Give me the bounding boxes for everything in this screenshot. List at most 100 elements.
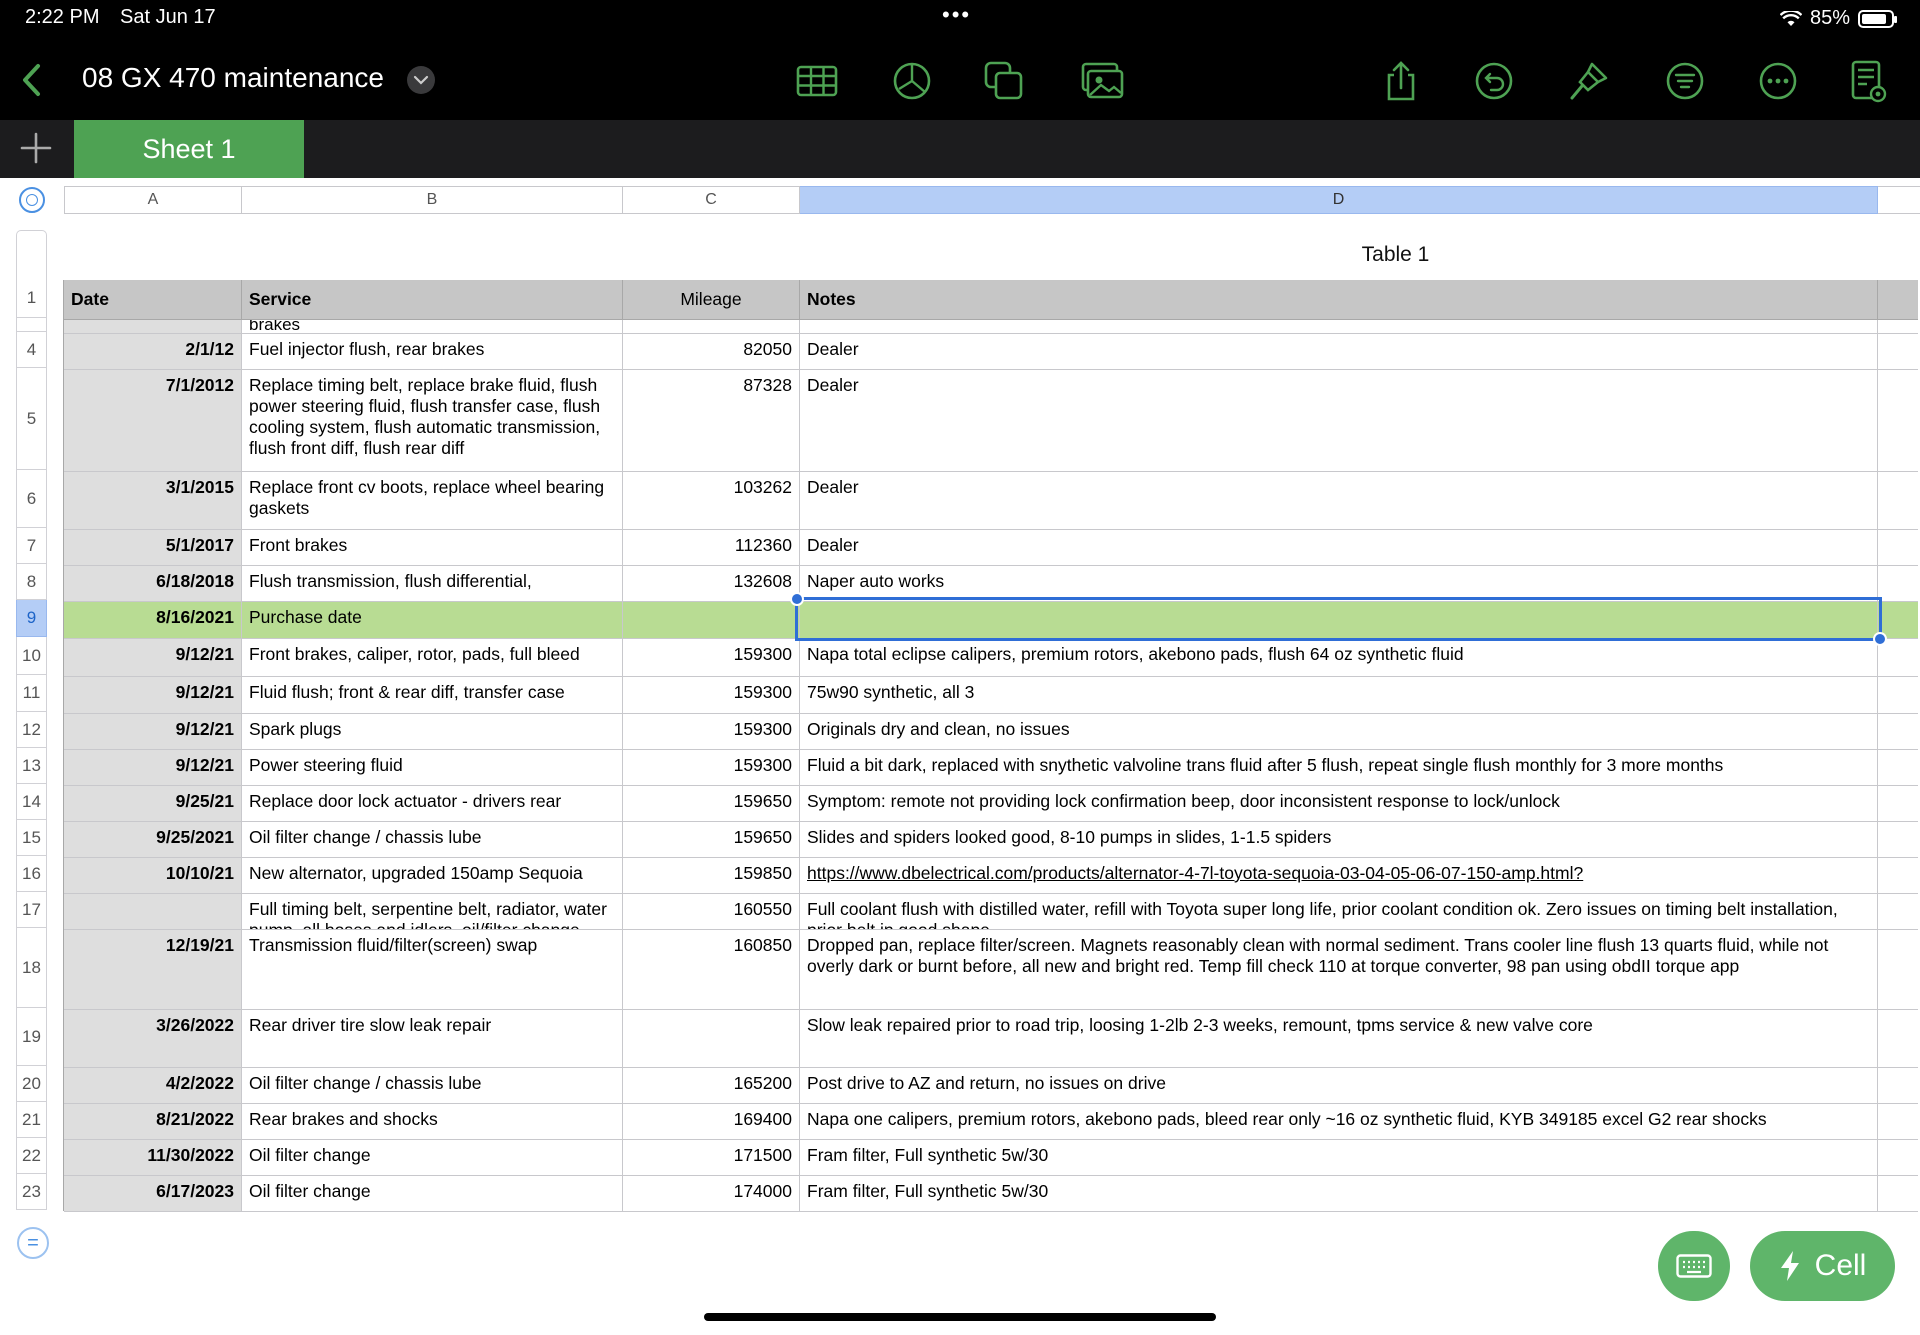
service-cell[interactable]: Oil filter change / chassis lube	[242, 822, 623, 858]
header-cell-empty[interactable]	[1878, 280, 1918, 320]
add-sheet-icon[interactable]	[18, 130, 54, 166]
row-header-8[interactable]: 8	[16, 564, 47, 600]
mileage-cell[interactable]: 160550	[623, 894, 800, 930]
date-cell[interactable]: 9/12/21	[64, 714, 242, 750]
empty-cell[interactable]	[1878, 1140, 1918, 1176]
notes-cell[interactable]: Fluid a bit dark, replaced with snytheti…	[800, 750, 1878, 786]
reader-view-button[interactable]	[1845, 58, 1891, 104]
mileage-cell[interactable]: 159850	[623, 858, 800, 894]
row-header-5[interactable]: 5	[16, 368, 47, 470]
notes-cell[interactable]: Full coolant flush with distilled water,…	[800, 894, 1878, 930]
column-header-c[interactable]: C	[623, 186, 800, 214]
empty-cell[interactable]	[1878, 1068, 1918, 1104]
service-cell[interactable]: Replace timing belt, replace brake fluid…	[242, 370, 623, 472]
mileage-cell[interactable]: 159300	[623, 677, 800, 714]
row-header-15[interactable]: 15	[16, 820, 47, 856]
row-header-18[interactable]: 18	[16, 928, 47, 1008]
row-header-17[interactable]: 17	[16, 892, 47, 928]
mileage-cell[interactable]	[623, 1010, 800, 1068]
empty-cell[interactable]	[1878, 530, 1918, 566]
service-cell[interactable]: Front brakes	[242, 530, 623, 566]
date-cell[interactable]: 10/10/21	[64, 858, 242, 894]
column-header-d[interactable]: D	[800, 186, 1878, 214]
empty-cell[interactable]	[1878, 714, 1918, 750]
service-cell[interactable]: Replace door lock actuator - drivers rea…	[242, 786, 623, 822]
column-header-a[interactable]: A	[64, 186, 242, 214]
service-cell[interactable]: New alternator, upgraded 150amp Sequoia	[242, 858, 623, 894]
notes-cell[interactable]: Napa one calipers, premium rotors, akebo…	[800, 1104, 1878, 1140]
mileage-cell[interactable]: 160850	[623, 930, 800, 1010]
empty-cell[interactable]	[1878, 639, 1918, 677]
row-header-21[interactable]: 21	[16, 1102, 47, 1138]
home-indicator[interactable]	[704, 1313, 1216, 1321]
empty-cell[interactable]	[1878, 750, 1918, 786]
mileage-cell[interactable]: 171500	[623, 1140, 800, 1176]
tab-sheet-1[interactable]: Sheet 1	[74, 120, 304, 178]
empty-cell[interactable]	[1878, 786, 1918, 822]
multitasking-dots[interactable]: •••	[942, 2, 971, 28]
header-cell-mileage[interactable]: Mileage	[623, 280, 800, 320]
keyboard-button[interactable]	[1658, 1231, 1730, 1301]
table-cell[interactable]: brakes	[242, 320, 623, 334]
date-cell[interactable]: 11/30/2022	[64, 1140, 242, 1176]
service-cell[interactable]: Oil filter change	[242, 1176, 623, 1212]
empty-cell[interactable]	[1878, 1104, 1918, 1140]
date-cell[interactable]: 12/19/21	[64, 930, 242, 1010]
service-cell[interactable]: Purchase date	[242, 602, 623, 639]
mileage-cell[interactable]: 159300	[623, 714, 800, 750]
mileage-cell[interactable]: 82050	[623, 334, 800, 370]
mileage-cell[interactable]: 169400	[623, 1104, 800, 1140]
row-header-10[interactable]: 10	[16, 637, 47, 675]
empty-cell[interactable]	[1878, 858, 1918, 894]
date-cell[interactable]: 7/1/2012	[64, 370, 242, 472]
date-cell[interactable]: 6/18/2018	[64, 566, 242, 602]
empty-cell[interactable]	[1878, 822, 1918, 858]
add-row-button[interactable]: =	[17, 1227, 49, 1259]
undo-button[interactable]	[1471, 58, 1517, 104]
mileage-cell[interactable]: 159650	[623, 786, 800, 822]
notes-cell[interactable]: Post drive to AZ and return, no issues o…	[800, 1068, 1878, 1104]
empty-cell[interactable]	[1878, 1176, 1918, 1212]
notes-cell[interactable]: Fram filter, Full synthetic 5w/30	[800, 1176, 1878, 1212]
service-cell[interactable]: Replace front cv boots, replace wheel be…	[242, 472, 623, 530]
notes-cell[interactable]: Dealer	[800, 530, 1878, 566]
column-header-b[interactable]: B	[242, 186, 623, 214]
select-all-button[interactable]	[19, 187, 45, 213]
table-title[interactable]: Table 1	[1163, 243, 1628, 267]
notes-cell[interactable]: Originals dry and clean, no issues	[800, 714, 1878, 750]
more-button[interactable]	[1755, 58, 1801, 104]
service-cell[interactable]: Full timing belt, serpentine belt, radia…	[242, 894, 623, 930]
empty-cell[interactable]	[1878, 602, 1918, 639]
service-cell[interactable]: Rear driver tire slow leak repair	[242, 1010, 623, 1068]
row-header-23[interactable]: 23	[16, 1174, 47, 1210]
date-cell[interactable]: 9/12/21	[64, 677, 242, 714]
format-button[interactable]	[1566, 58, 1612, 104]
empty-cell[interactable]	[1878, 930, 1918, 1010]
row-header-11[interactable]: 11	[16, 675, 47, 712]
date-cell[interactable]: 9/25/21	[64, 786, 242, 822]
header-cell-notes[interactable]: Notes	[800, 280, 1878, 320]
row-header-4[interactable]: 4	[16, 332, 47, 368]
header-cell-service[interactable]: Service	[242, 280, 623, 320]
notes-link[interactable]: https://www.dbelectrical.com/products/al…	[800, 858, 1878, 894]
organize-button[interactable]	[1662, 58, 1708, 104]
table-cell[interactable]	[623, 320, 800, 334]
row-header-16[interactable]: 16	[16, 856, 47, 892]
column-header-e[interactable]	[1878, 186, 1920, 214]
row-header-14[interactable]: 14	[16, 784, 47, 820]
service-cell[interactable]: Oil filter change / chassis lube	[242, 1068, 623, 1104]
notes-cell[interactable]: Dealer	[800, 370, 1878, 472]
table-cell[interactable]	[1878, 320, 1918, 334]
date-cell[interactable]: 8/16/2021	[64, 602, 242, 639]
insert-chart-button[interactable]	[889, 58, 935, 104]
insert-media-button[interactable]	[1079, 58, 1125, 104]
row-header-22[interactable]: 22	[16, 1138, 47, 1174]
date-cell[interactable]: 9/12/21	[64, 750, 242, 786]
empty-cell[interactable]	[1878, 566, 1918, 602]
row-header-9[interactable]: 9	[16, 600, 47, 637]
row-header-19[interactable]: 19	[16, 1008, 47, 1066]
mileage-cell[interactable]: 165200	[623, 1068, 800, 1104]
table-cell[interactable]	[800, 320, 1878, 334]
notes-cell[interactable]: 75w90 synthetic, all 3	[800, 677, 1878, 714]
mileage-cell[interactable]: 132608	[623, 566, 800, 602]
